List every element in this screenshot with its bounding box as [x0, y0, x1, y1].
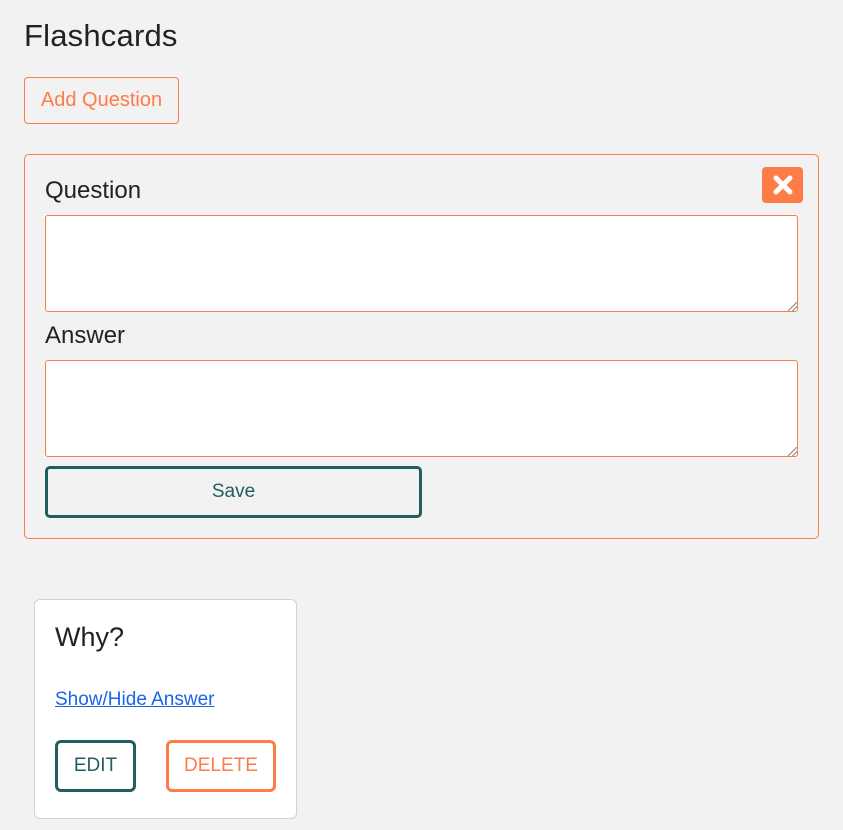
flashcard: Why? Show/Hide Answer EDIT DELETE [34, 599, 297, 819]
answer-input[interactable] [45, 360, 798, 457]
add-question-button[interactable]: Add Question [24, 77, 179, 124]
question-form: Question Answer Save [24, 154, 819, 539]
question-input[interactable] [45, 215, 798, 312]
edit-button[interactable]: EDIT [55, 740, 136, 792]
save-button[interactable]: Save [45, 466, 422, 518]
card-question: Why? [55, 622, 125, 652]
show-hide-answer-link[interactable]: Show/Hide Answer [55, 689, 214, 711]
close-icon [773, 175, 792, 195]
delete-button[interactable]: DELETE [166, 740, 276, 792]
answer-label: Answer [45, 322, 126, 349]
close-form-button[interactable] [762, 167, 803, 203]
question-label: Question [45, 177, 142, 204]
page-title: Flashcards [24, 18, 178, 53]
